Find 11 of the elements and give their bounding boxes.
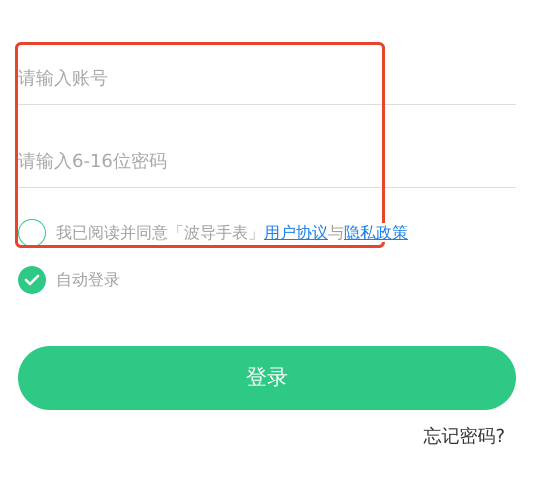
password-field[interactable]: 请输入6-16位密码	[18, 135, 516, 188]
agreement-link[interactable]: 隐私政策	[344, 223, 408, 242]
login-button[interactable]: 登录	[18, 346, 516, 410]
account-field[interactable]: 请输入账号	[18, 52, 516, 105]
agreement-checkbox[interactable]	[18, 219, 46, 247]
forgot-password-link[interactable]: 忘记密码?	[423, 423, 505, 450]
auto-login-checkbox[interactable]	[18, 266, 46, 294]
agreement-link[interactable]: 用户协议	[264, 223, 328, 242]
check-icon	[24, 274, 40, 286]
agreement-text: 我已阅读并同意「波导手表」用户协议与隐私政策	[56, 222, 408, 244]
auto-login-label: 自动登录	[56, 269, 120, 291]
